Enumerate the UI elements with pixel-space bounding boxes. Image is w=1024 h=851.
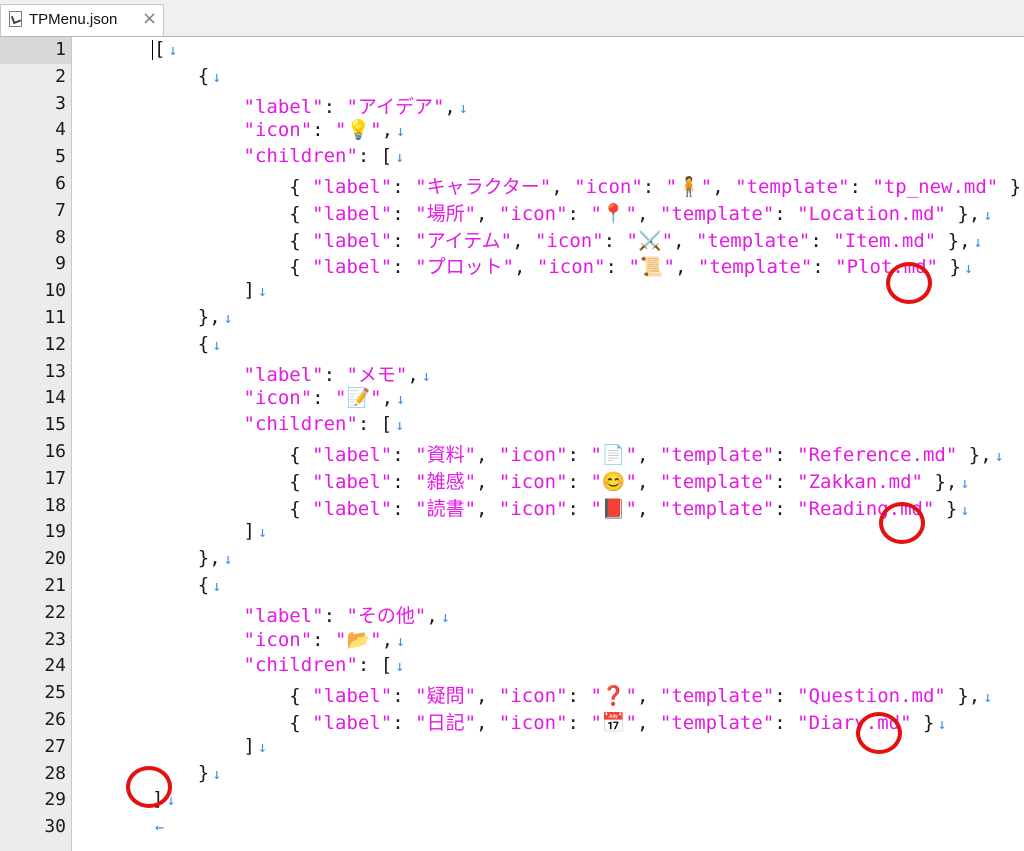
line-end-mark: ↓ [212,577,222,595]
line-number: 13 [44,360,66,382]
line-end-mark: ↓ [994,447,1004,465]
line-number: 18 [44,494,66,516]
line-number: 14 [44,387,66,409]
code-line: "label": "その他", ↓ [243,604,450,627]
line-end-mark: ↓ [212,764,222,783]
line-number: 19 [44,521,66,543]
line-number: 7 [55,199,66,221]
line-number: 16 [44,441,66,462]
code-line: [↓ [152,38,178,60]
line-number: 23 [44,628,66,650]
code-line: { "label": "場所", "icon": "📍", "template"… [152,202,993,225]
line-end-mark: ↓ [395,148,405,167]
code-line: }, ↓ [152,547,233,570]
line-end-mark: ↓ [458,98,468,117]
line-end-mark: ↓ [983,688,993,707]
line-number: 11 [44,307,66,328]
line-end-mark: ↓ [960,473,970,492]
line-number: 17 [44,467,66,489]
tab-tpmenu-json[interactable]: TPMenu.json × [0,4,164,36]
line-number: 27 [44,735,66,757]
code-line: { "label": "アイテム", "icon": "⚔️", "templa… [152,229,983,252]
line-end-mark: ↓ [983,205,993,224]
line-end-mark: ↓ [212,67,222,86]
code-line: ] ↓ [152,279,267,302]
code-line: { "label": "雑感", "icon": "😊", "template"… [152,470,970,493]
code-line: { "label": "プロット", "icon": "📜", "templat… [152,256,974,279]
line-number: 24 [44,655,66,677]
file-icon [9,11,22,27]
code-line: "label": "アイデア", ↓ [243,95,468,118]
code-line: "icon": "💡", ↓ [243,119,406,142]
tab-label: TPMenu.json [29,11,118,28]
line-number: 3 [55,92,66,114]
line-end-mark: ↓ [257,282,267,301]
line-end-mark: ↓ [396,631,406,650]
code-line: { "label": "キャラクター", "icon": "🧍", "templ… [152,176,1024,198]
line-end-mark: ↓ [396,122,406,141]
code-line: {↓ [152,574,222,596]
line-end-mark: ↓ [212,335,222,354]
line-end-mark: ← [155,818,165,837]
annotation-circle [879,502,925,544]
code-line: "children": [↓ [243,413,405,436]
close-icon[interactable]: × [142,8,157,29]
code-line: }, ↓ [152,306,233,328]
code-line: "icon": "📂", ↓ [243,628,406,651]
tab-bar: TPMenu.json × [0,0,1024,37]
annotation-circle [886,262,932,304]
code-line: ] ↓ [152,520,267,543]
annotation-circle [126,766,172,808]
code-line: { "label": "読書", "icon": "📕", "template"… [152,497,970,520]
line-end-mark: ↓ [396,390,406,409]
line-end-mark: ↓ [395,657,405,676]
code-line: "children": [↓ [243,145,405,168]
code-line: "children": [↓ [243,654,405,677]
line-number-gutter: 1 2 3 4 5 6 7 8 9 10 11 12 13 14 15 16 17 18 19 20 21 22 23 24 2… [0,37,72,851]
line-end-mark: ↓ [960,500,970,519]
line-number: 15 [44,414,66,436]
line-number: 22 [44,601,66,623]
annotation-circle [856,712,902,754]
line-end-mark: ↓ [421,366,431,385]
line-number: 9 [55,253,66,275]
line-number: 2 [55,65,66,87]
line-number: 26 [44,709,66,730]
line-number: 10 [44,280,66,302]
line-number: 30 [44,816,66,838]
line-end-mark: ↓ [937,715,947,733]
line-number: 21 [44,575,66,596]
line-number: 5 [55,146,66,168]
line-end-mark: ↓ [223,550,233,569]
code-line: { "label": "日記", "icon": "📅", "template"… [152,712,947,734]
line-end-mark: ↓ [440,607,450,626]
line-end-mark: ↓ [395,416,405,435]
line-number: 1 [55,39,66,60]
line-end-mark: ↓ [257,523,267,542]
code-line: {↓ [152,64,222,87]
line-number: 28 [44,762,66,784]
line-number: 12 [44,333,66,355]
line-end-mark: ↓ [168,41,178,59]
line-number: 4 [55,119,66,141]
line-end-mark: ↓ [257,737,267,756]
line-number: 20 [44,548,66,570]
code-line: { "label": "資料", "icon": "📄", "template"… [152,444,1004,466]
code-line: {↓ [152,332,222,355]
code-line: "label": "メモ", ↓ [243,363,431,386]
line-end-mark: ↓ [964,259,974,278]
line-end-mark: ↓ [223,309,233,327]
code-line: { "label": "疑問", "icon": "❓", "template"… [152,685,993,708]
line-end-mark: ↓ [973,232,983,251]
code-line: ] ↓ [152,734,267,757]
code-line: "icon": "📝", ↓ [243,387,406,410]
line-number: 6 [55,173,66,194]
line-number: 25 [44,682,66,704]
code-line: ← [152,815,164,837]
line-number: 8 [55,226,66,248]
line-number: 29 [44,789,66,811]
